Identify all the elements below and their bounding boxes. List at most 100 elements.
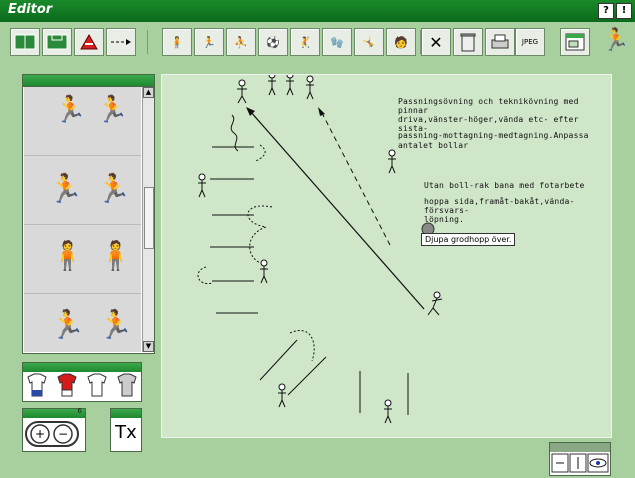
trash-button[interactable] (453, 28, 483, 56)
window-layout-button[interactable] (560, 28, 590, 56)
trash-icon (460, 33, 476, 52)
note-line[interactable]: löpning. (424, 215, 464, 224)
scroll-down-icon[interactable]: ▼ (143, 341, 154, 352)
player-sprite-icon[interactable]: 🏃 (48, 172, 83, 205)
player-kicking-button[interactable]: ⚽ (258, 28, 288, 56)
player-standing-button[interactable]: 🧍 (162, 28, 192, 56)
print-button[interactable] (485, 28, 515, 56)
shirt-selector-header (23, 363, 141, 372)
palette-row: 🧍 🧍 (24, 225, 141, 294)
palette-scrollbar[interactable]: ▲ ▼ (142, 87, 154, 352)
note-line[interactable]: Utan boll-rak bana med fotarbete (424, 181, 585, 190)
player-sprite-icon[interactable]: 🏃 (96, 172, 131, 205)
hurdle[interactable] (287, 356, 327, 396)
player-sprite-icon[interactable]: 🧍 (50, 239, 85, 272)
player-running-button[interactable]: 🏃 (194, 28, 224, 56)
shirt-white-blue-icon[interactable] (27, 373, 47, 397)
pitch-icon (14, 34, 36, 50)
palette-row: 🏃 🏃 (24, 87, 141, 156)
view-controls (549, 442, 611, 476)
movement-curve[interactable] (289, 330, 315, 362)
dribble-path[interactable] (255, 144, 266, 162)
scroll-thumb[interactable] (144, 187, 154, 249)
dribble-icon: ⛹ (234, 35, 248, 49)
hurdle[interactable] (259, 339, 298, 381)
player-figure[interactable] (427, 291, 443, 316)
dribble-path[interactable] (230, 114, 239, 152)
zoom-level-label: 6 (77, 407, 82, 415)
arrow-tool-button[interactable] (106, 28, 136, 56)
player-figure[interactable] (388, 149, 396, 174)
minus-icon[interactable] (551, 453, 569, 473)
help-button[interactable]: ? (598, 3, 614, 19)
tooltip-label: Djupa grodhopp över. (421, 233, 516, 246)
shirt-selector (22, 362, 142, 402)
movement-curve[interactable] (197, 266, 213, 285)
dive-icon: 🤸 (362, 35, 376, 49)
svg-text:+: + (35, 427, 45, 441)
eye-icon[interactable] (587, 453, 609, 473)
delete-button[interactable]: ✕ (421, 28, 451, 56)
player-figure[interactable] (260, 259, 268, 284)
coach-button[interactable]: 🧑 (386, 28, 416, 56)
note-line[interactable]: hoppa sida,framåt-bakåt,vända-försvars- (424, 197, 611, 215)
alert-button[interactable]: ! (616, 3, 632, 19)
player-figure[interactable] (286, 75, 294, 96)
player-figure[interactable] (306, 75, 314, 100)
player-figure[interactable] (384, 399, 392, 424)
cone-tool-button[interactable] (74, 28, 104, 56)
palette-header (23, 75, 154, 87)
palette-row: 🏃 🏃 (24, 294, 141, 352)
coach-icon: 🧑 (394, 35, 408, 49)
toolbar: 🧍 🏃 ⛹ ⚽ 🤾 🧤 🤸 🧑 ✕ JPEG 🏃 (0, 22, 635, 62)
palette-row: 🏃 🏃 (24, 156, 141, 225)
drawing-canvas[interactable]: Passningsövning och teknikövning med pin… (161, 74, 612, 438)
player-figure[interactable] (198, 173, 206, 198)
shirt-gray-icon[interactable] (117, 373, 137, 397)
goalkeeper-diving-button[interactable]: 🤸 (354, 28, 384, 56)
shirt-options (27, 373, 137, 397)
bar-icon[interactable] (569, 453, 587, 473)
player-figure[interactable] (237, 79, 247, 104)
note-line[interactable]: Passningsövning och teknikövning med pin… (398, 97, 611, 115)
half-pitch-icon (46, 34, 68, 50)
text-tool-header (111, 409, 141, 418)
player-figure[interactable] (268, 75, 276, 96)
window-title: Editor (8, 2, 53, 17)
arrowhead-icon (318, 107, 325, 116)
player-sprite-icon[interactable]: 🏃 (54, 95, 86, 125)
text-tool-label: Tx (115, 422, 137, 443)
note-line[interactable]: passning-mottagning-medtagning.Anpassa (398, 131, 589, 140)
player-throwing-button[interactable]: 🤾 (290, 28, 320, 56)
player-sprite-icon[interactable]: 🏃 (50, 308, 85, 341)
shirt-red-icon[interactable] (57, 373, 77, 397)
zoom-control: 6 + − (22, 407, 86, 452)
scroll-up-icon[interactable]: ▲ (143, 87, 154, 98)
jpeg-export-button[interactable]: JPEG (515, 28, 545, 56)
shirt-outline-icon[interactable] (87, 373, 107, 397)
note-line[interactable]: antalet bollar (398, 141, 468, 150)
toolbar-divider (147, 30, 148, 54)
zoom-header: 6 (23, 407, 85, 418)
player-sprite-icon[interactable]: 🏃 (98, 308, 133, 341)
window-icon (565, 33, 585, 51)
runner-icon: 🏃 (202, 35, 216, 49)
view-controls-header (550, 443, 610, 452)
player-figure[interactable] (278, 383, 286, 408)
title-bar: Editor ? ! (0, 0, 635, 22)
player-dribbling-button[interactable]: ⛹ (226, 28, 256, 56)
view-buttons (551, 453, 609, 473)
player-sprite-icon[interactable]: 🧍 (98, 239, 133, 272)
text-tool[interactable]: Tx (110, 408, 142, 452)
player-sprite-icon[interactable]: 🏃 (96, 95, 128, 125)
full-pitch-tool-button[interactable] (10, 28, 40, 56)
kicker-logo-icon: 🏃 (602, 28, 630, 53)
cone-icon (80, 33, 98, 50)
goalkeeper-button[interactable]: 🧤 (322, 28, 352, 56)
player-icon: 🧍 (170, 35, 184, 49)
player-palette: 🏃 🏃 🏃 🏃 🧍 🧍 🏃 🏃 ▲ ▼ (22, 74, 155, 354)
svg-text:−: − (58, 427, 68, 441)
run-arrow[interactable] (321, 112, 391, 246)
close-icon: ✕ (429, 32, 443, 52)
half-pitch-tool-button[interactable] (42, 28, 72, 56)
